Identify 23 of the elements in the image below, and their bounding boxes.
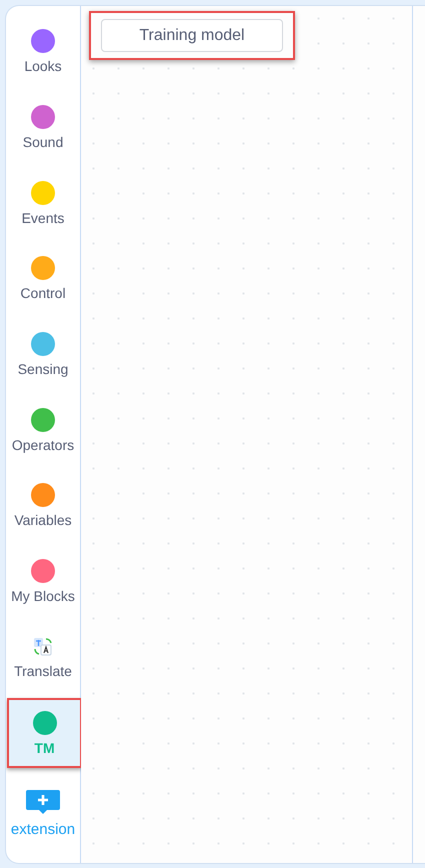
- category-item[interactable]: Variables: [6, 468, 80, 544]
- add-extension-icon: [25, 788, 61, 816]
- category-item[interactable]: Events: [6, 165, 80, 242]
- category-item[interactable]: Looks: [6, 14, 80, 90]
- category-label: My Blocks: [11, 588, 75, 604]
- translate-icon: [32, 636, 54, 658]
- category-item[interactable]: Sensing: [6, 316, 80, 392]
- extension-label: extension: [10, 821, 76, 838]
- category-label: Events: [22, 210, 64, 226]
- category-label: Variables: [14, 512, 72, 528]
- category-label: Operators: [12, 436, 74, 453]
- category-item[interactable]: Sound: [6, 90, 80, 166]
- category-item[interactable]: Operators: [6, 392, 80, 468]
- category-item[interactable]: My Blocks: [6, 544, 80, 620]
- category-item[interactable]: Translate: [6, 620, 80, 696]
- training-model-button[interactable]: Training model: [101, 19, 283, 52]
- category-label: Translate: [14, 662, 72, 679]
- category-label: Control: [20, 285, 66, 302]
- category-label: TM: [34, 740, 55, 756]
- category-label: Sensing: [18, 361, 68, 378]
- category-label: Sound: [22, 134, 64, 150]
- category-item[interactable]: Control: [6, 241, 80, 317]
- category-label: Looks: [24, 58, 62, 74]
